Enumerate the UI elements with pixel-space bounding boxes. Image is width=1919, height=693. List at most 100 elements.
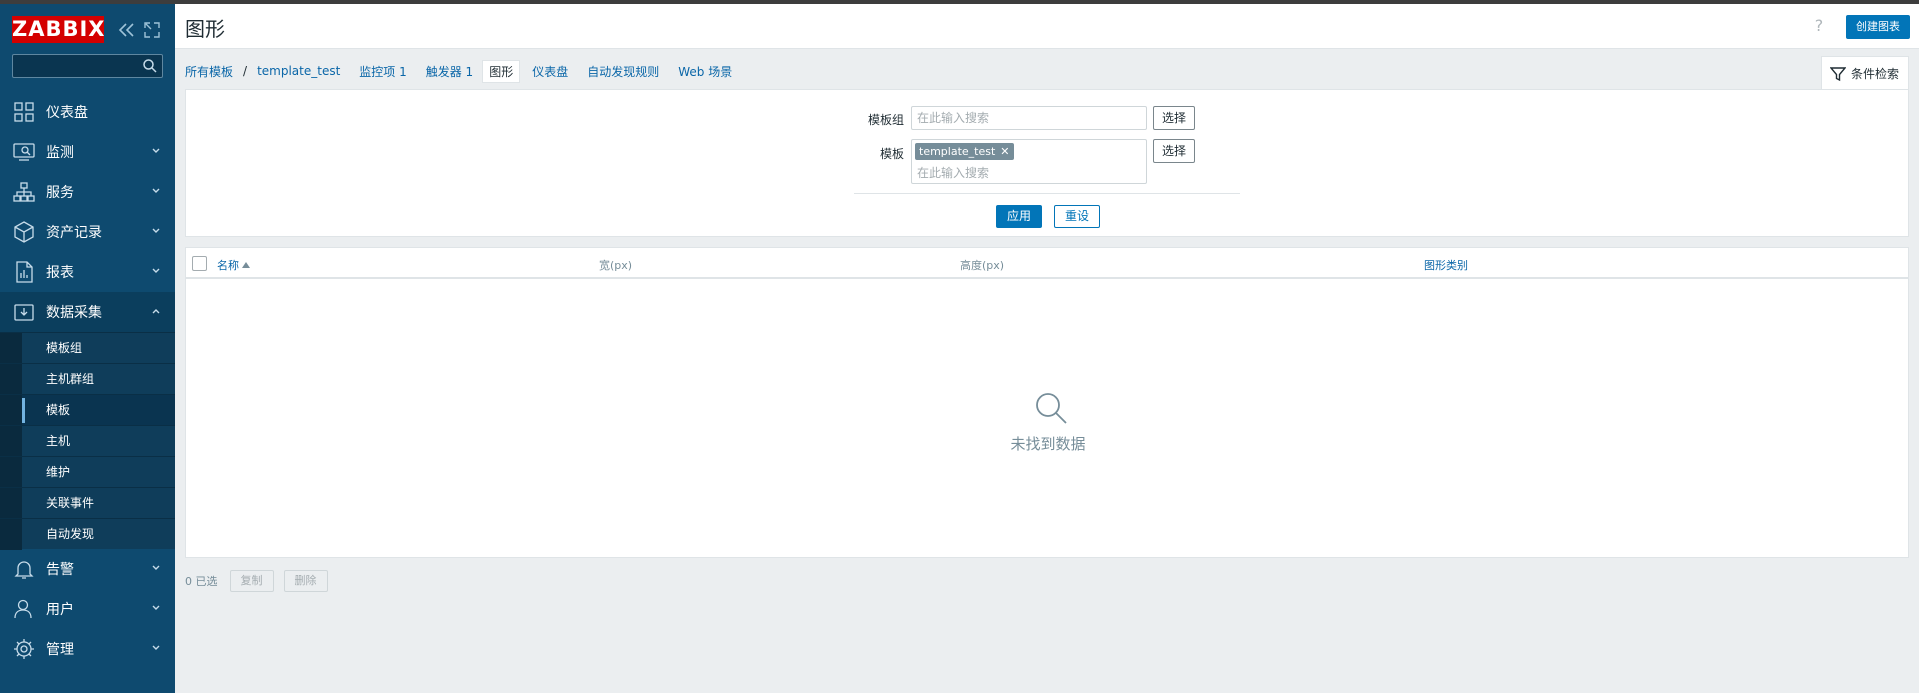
template-group-select-button[interactable]: 选择 <box>1153 106 1196 130</box>
inventory-icon <box>14 221 34 243</box>
tab-graphs[interactable]: 图形 <box>482 59 521 83</box>
chevron-down-icon <box>152 188 160 193</box>
template-input[interactable]: template_test ✕ 在此输入搜索 <box>911 139 1147 184</box>
graphs-table: 名称 宽(px) 高度(px) 图形类别 未找到数据 <box>185 247 1909 558</box>
template-chip: template_test ✕ <box>915 143 1014 160</box>
menu-item-label: 监测 <box>46 145 74 161</box>
apply-button[interactable]: 应用 <box>996 205 1043 228</box>
select-all-checkbox[interactable] <box>192 256 207 271</box>
menu-item-users[interactable]: 用户 <box>0 589 175 629</box>
services-icon <box>13 182 35 202</box>
chevron-down-icon <box>152 268 160 273</box>
submenu-item-host-groups[interactable]: 主机群组 <box>0 363 175 395</box>
column-header-height: 高度(px) <box>960 259 1005 272</box>
main-menu: 仪表盘 监测 服务 资产记录 报表 数据采集 模板组 主机群组 模板 主机 维护… <box>0 92 175 669</box>
page-header: 图形 ? 创建图表 <box>175 4 1919 49</box>
chevron-down-icon <box>152 148 160 153</box>
user-icon <box>14 599 32 619</box>
template-group-input[interactable]: 在此输入搜索 <box>911 106 1147 130</box>
menu-item-monitoring[interactable]: 监测 <box>0 132 175 172</box>
dashboard-icon <box>14 102 34 122</box>
chevron-down-icon <box>152 605 160 610</box>
copy-button[interactable]: 复制 <box>229 570 274 592</box>
menu-item-label: 数据采集 <box>46 305 102 321</box>
kiosk-mode-icon[interactable] <box>142 20 162 40</box>
menu-item-dashboards[interactable]: 仪表盘 <box>0 92 175 132</box>
data-collection-icon <box>14 304 34 321</box>
template-chip-label: template_test <box>919 145 996 158</box>
breadcrumb: 所有模板 / template_test 监控项 1 触发器 1 图形 仪表盘 … <box>185 58 751 84</box>
submenu-item-label: 模板组 <box>46 341 83 355</box>
menu-item-label: 报表 <box>46 265 74 281</box>
bell-icon <box>14 561 34 579</box>
create-graph-button[interactable]: 创建图表 <box>1846 15 1910 39</box>
menu-item-alerts[interactable]: 告警 <box>0 549 175 589</box>
selected-count: 0 已选 <box>185 575 218 588</box>
submenu-item-label: 关联事件 <box>46 496 95 510</box>
filter-panel: 模板组 在此输入搜索 选择 模板 template_test ✕ 在此输入搜索 … <box>185 89 1909 237</box>
submenu-item-event-correlation[interactable]: 关联事件 <box>0 487 175 519</box>
table-actions: 0 已选 复制 删除 <box>185 570 338 592</box>
search-icon <box>1036 393 1067 424</box>
template-input-placeholder: 在此输入搜索 <box>917 166 990 180</box>
reports-icon <box>16 261 33 283</box>
submenu-item-label: 模板 <box>46 403 71 417</box>
logo-row: ZABBIX <box>12 16 172 44</box>
chevron-down-icon <box>152 228 160 233</box>
menu-item-label: 用户 <box>46 602 74 618</box>
monitoring-icon <box>13 143 35 161</box>
sidebar-search-input[interactable] <box>12 54 163 78</box>
page-title: 图形 <box>185 17 225 41</box>
menu-item-reports[interactable]: 报表 <box>0 252 175 292</box>
submenu-item-templates[interactable]: 模板 <box>0 394 175 426</box>
menu-item-inventory[interactable]: 资产记录 <box>0 212 175 252</box>
menu-item-label: 管理 <box>46 642 74 658</box>
reset-button[interactable]: 重设 <box>1054 205 1101 228</box>
column-header-name[interactable]: 名称 <box>217 257 250 273</box>
menu-item-label: 资产记录 <box>46 225 102 241</box>
sidebar: ZABBIX 仪表盘 监测 服务 资产记录 报表 数据采集 模板组 主机群组 模… <box>0 4 175 693</box>
close-icon[interactable]: ✕ <box>1000 143 1009 160</box>
tab-dashboards[interactable]: 仪表盘 <box>532 63 568 80</box>
chevron-down-icon <box>152 645 160 650</box>
submenu-item-label: 主机 <box>46 434 71 448</box>
tab-triggers[interactable]: 触发器 1 <box>426 63 473 80</box>
submenu-item-hosts[interactable]: 主机 <box>0 425 175 457</box>
breadcrumb-separator: / <box>243 64 248 78</box>
submenu-item-discovery[interactable]: 自动发现 <box>0 518 175 550</box>
sort-asc-icon <box>242 262 250 268</box>
data-collection-submenu: 模板组 主机群组 模板 主机 维护 关联事件 自动发现 <box>0 332 175 550</box>
column-header-graph-type[interactable]: 图形类别 <box>1424 257 1468 273</box>
search-icon[interactable] <box>142 58 158 74</box>
breadcrumb-all-templates[interactable]: 所有模板 <box>185 63 233 80</box>
menu-item-administration[interactable]: 管理 <box>0 629 175 669</box>
chevron-down-icon <box>152 565 160 570</box>
empty-state-text: 未找到数据 <box>1010 435 1086 453</box>
filter-tab-label: 条件检索 <box>1851 67 1900 81</box>
template-select-button[interactable]: 选择 <box>1153 139 1196 163</box>
menu-item-label: 服务 <box>46 185 74 201</box>
template-group-label: 模板组 <box>867 113 904 127</box>
tab-discovery-rules[interactable]: 自动发现规则 <box>587 63 659 80</box>
tab-items[interactable]: 监控项 1 <box>359 63 406 80</box>
menu-item-data-collection[interactable]: 数据采集 <box>0 292 175 332</box>
submenu-item-label: 维护 <box>46 465 71 479</box>
filter-divider <box>854 193 1240 194</box>
filter-tab[interactable]: 条件检索 <box>1821 56 1909 90</box>
tab-web-scenarios[interactable]: Web 场景 <box>678 63 732 80</box>
table-header: 名称 宽(px) 高度(px) 图形类别 <box>186 248 1908 279</box>
submenu-item-maintenance[interactable]: 维护 <box>0 456 175 488</box>
filter-icon <box>1830 66 1846 81</box>
menu-item-label: 仪表盘 <box>46 105 88 121</box>
menu-item-services[interactable]: 服务 <box>0 172 175 212</box>
zabbix-logo[interactable]: ZABBIX <box>12 16 105 43</box>
breadcrumb-template[interactable]: template_test <box>257 64 340 78</box>
gear-icon <box>14 639 34 659</box>
help-icon[interactable]: ? <box>1811 16 1827 36</box>
active-marker <box>22 398 25 423</box>
delete-button[interactable]: 删除 <box>283 570 328 592</box>
chevron-up-icon <box>152 309 160 314</box>
submenu-item-template-groups[interactable]: 模板组 <box>0 332 175 364</box>
collapse-sidebar-icon[interactable] <box>117 20 137 40</box>
column-header-label: 名称 <box>217 259 239 272</box>
